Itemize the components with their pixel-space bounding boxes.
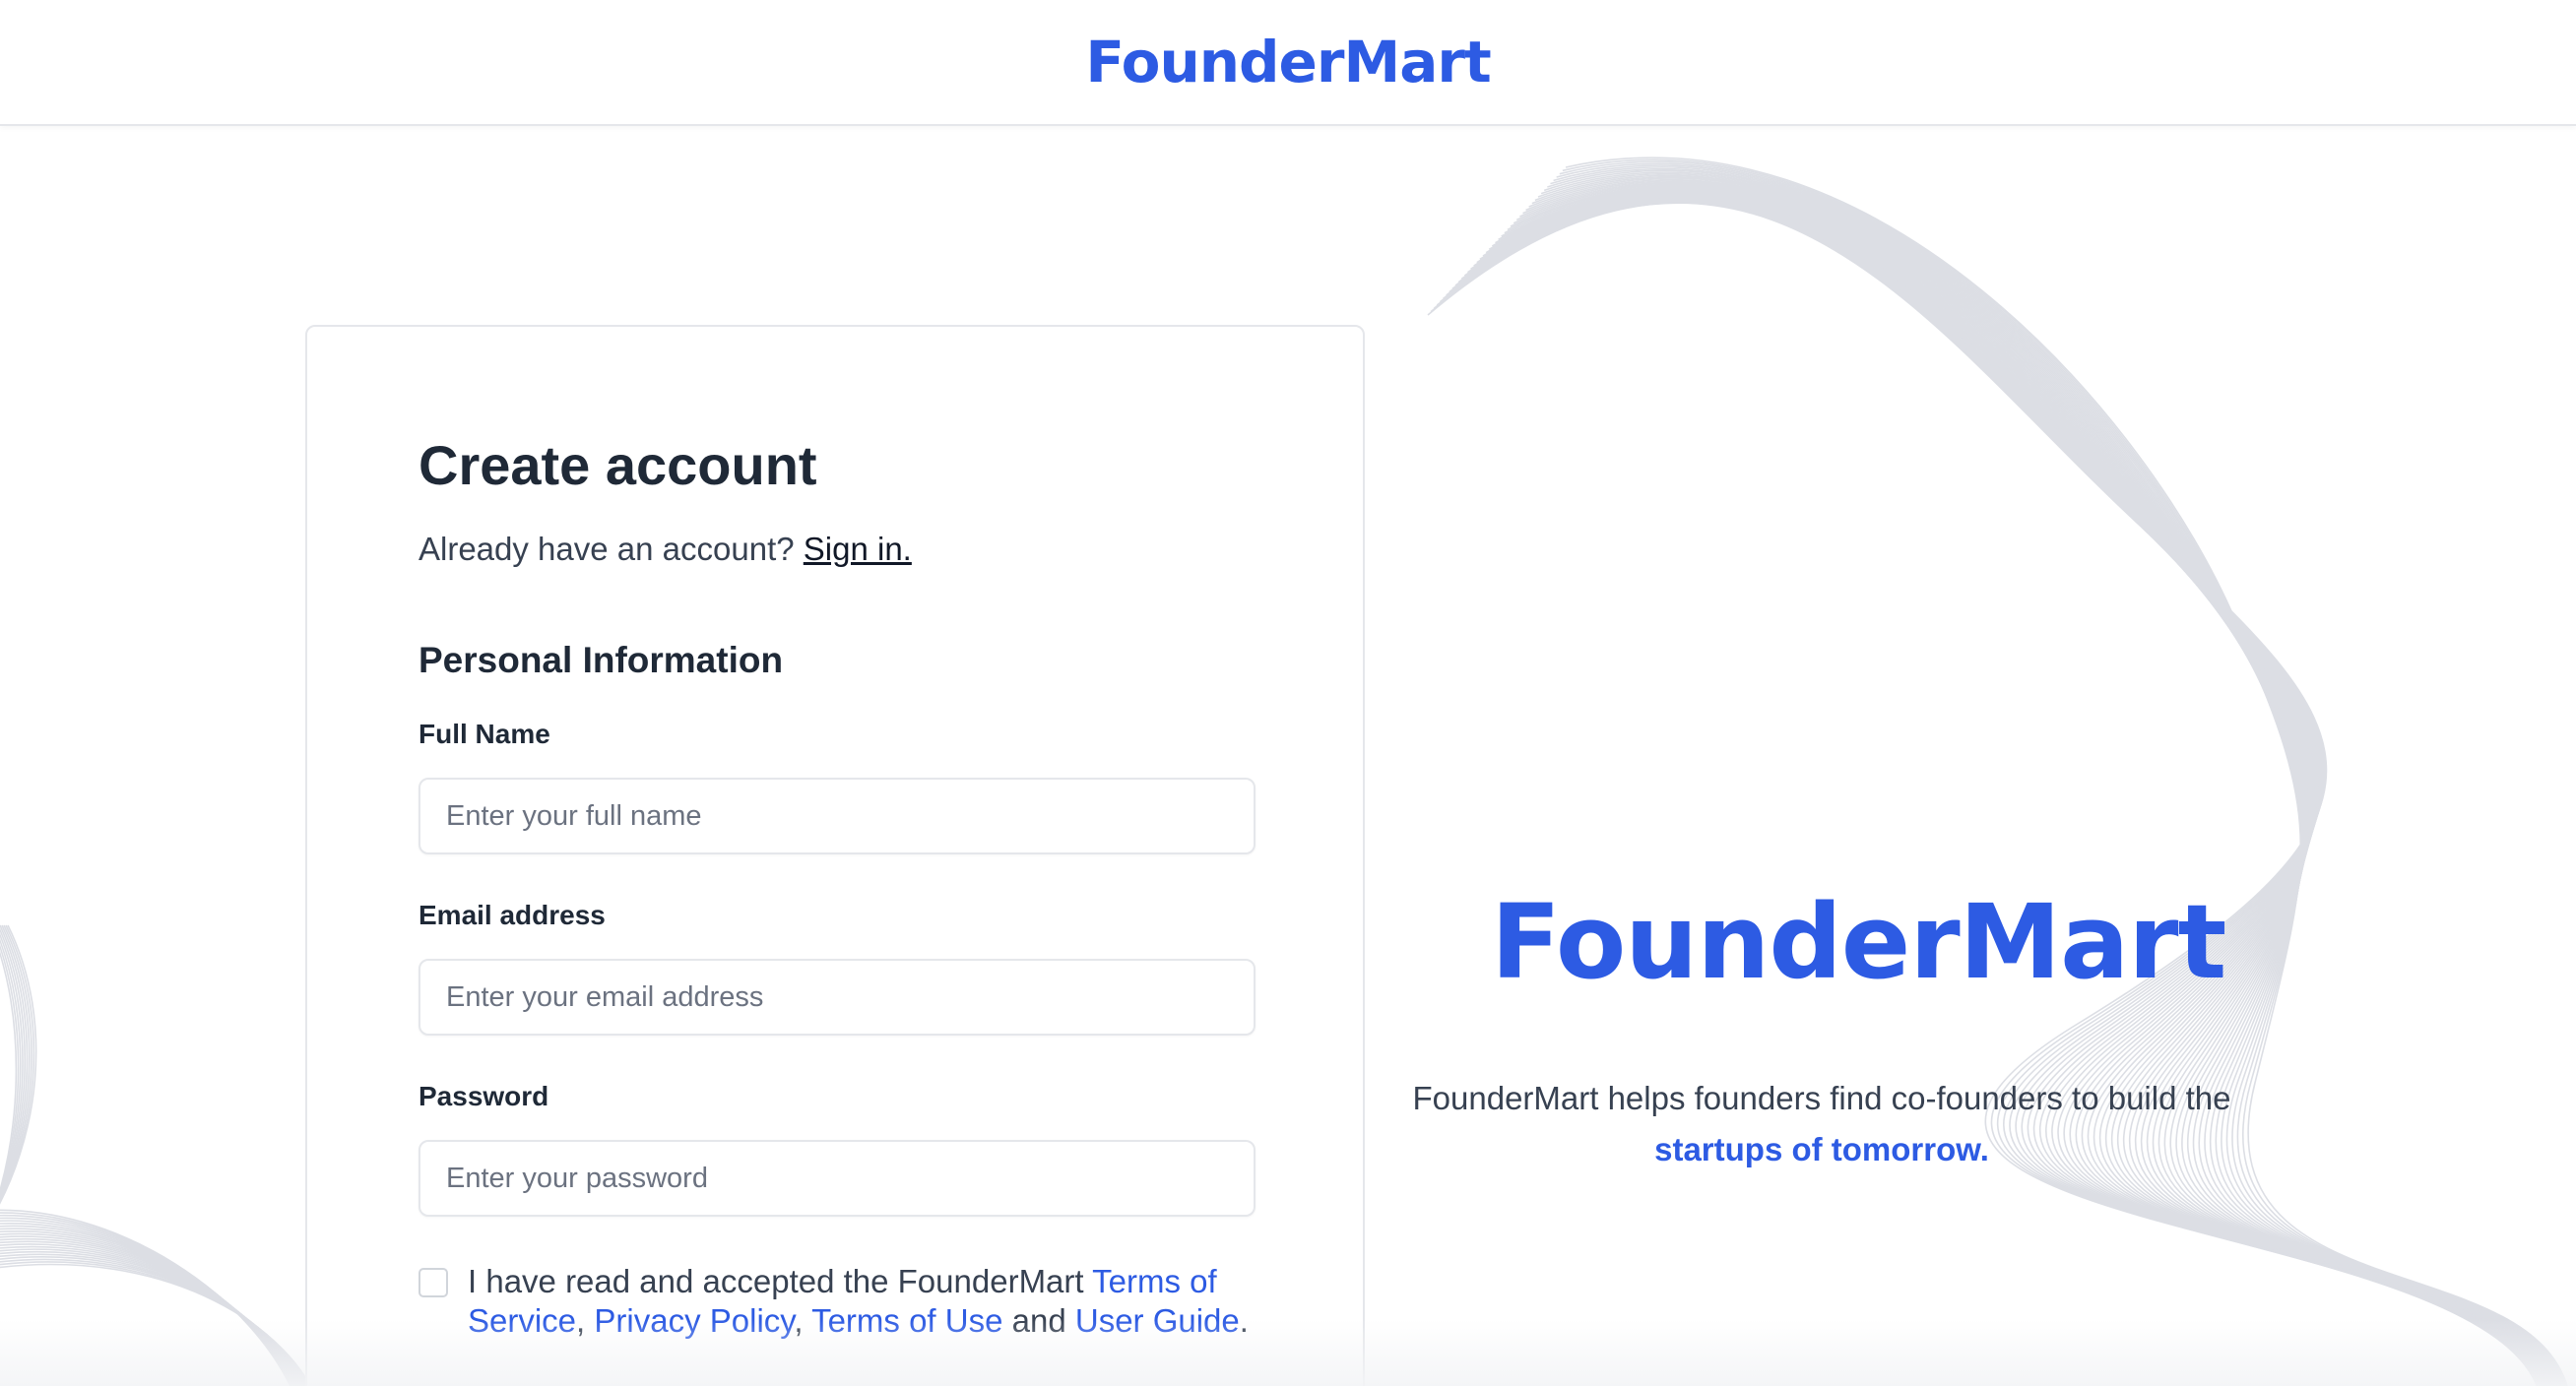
sign-in-link[interactable]: Sign in.	[804, 531, 912, 567]
top-header: FounderMart	[0, 0, 2576, 126]
password-input[interactable]	[419, 1140, 1256, 1217]
terms-checkbox[interactable]	[419, 1268, 448, 1297]
wave-line	[1559, 160, 2567, 1386]
wave-line	[0, 1243, 304, 1386]
personal-information-heading: Personal Information	[419, 640, 784, 680]
wave-line	[0, 1214, 293, 1386]
wave-line	[1553, 164, 2565, 1386]
page-title: Create account	[419, 434, 817, 496]
wave-line	[0, 1212, 292, 1386]
header-logo[interactable]: FounderMart	[1085, 29, 1491, 95]
wave-line	[0, 1220, 295, 1386]
hero-description-text: FounderMart helps founders find co-found…	[1412, 1080, 2231, 1116]
wave-line	[1565, 157, 2568, 1386]
privacy-policy-link[interactable]: Privacy Policy	[594, 1302, 794, 1339]
terms-end: .	[1239, 1302, 1249, 1339]
wave-line	[1427, 202, 2538, 1386]
wave-line	[1476, 195, 2548, 1386]
terms-separator-2: ,	[794, 1302, 804, 1339]
wave-line	[0, 1223, 296, 1386]
hero-logo: FounderMart	[1491, 882, 2226, 1002]
terms-text: I have read and accepted the FounderMart…	[468, 1262, 1265, 1341]
wave-line	[0, 1263, 311, 1386]
full-name-input[interactable]	[419, 778, 1256, 854]
wave-line	[0, 1261, 310, 1386]
wave-line	[1556, 162, 2566, 1386]
wave-line	[0, 1217, 294, 1386]
create-account-card: Create account Already have an account? …	[305, 325, 1365, 1386]
hero-description-highlight: startups of tomorrow.	[1654, 1131, 1989, 1167]
terms-prefix: I have read and accepted the FounderMart	[468, 1263, 1084, 1299]
terms-separator-1: ,	[576, 1302, 586, 1339]
password-label: Password	[419, 1081, 549, 1111]
signin-prompt-text: Already have an account?	[419, 531, 795, 567]
wave-line	[1479, 194, 2549, 1386]
wave-line	[0, 1245, 305, 1386]
wave-line	[1430, 202, 2539, 1386]
wave-line	[1433, 201, 2540, 1386]
email-label: Email address	[419, 900, 606, 930]
page: FounderMart Create account Already have …	[0, 0, 2576, 1386]
signin-prompt: Already have an account? Sign in.	[419, 531, 912, 568]
terms-and: and	[1011, 1302, 1066, 1339]
hero-description: FounderMart helps founders find co-found…	[1379, 1073, 2265, 1175]
wave-line	[1550, 166, 2565, 1386]
wave-line	[1473, 195, 2548, 1386]
user-guide-link[interactable]: User Guide	[1075, 1302, 1240, 1339]
wave-line	[1543, 169, 2563, 1386]
wave-line	[1547, 167, 2564, 1386]
terms-of-use-link[interactable]: Terms of Use	[811, 1302, 1002, 1339]
full-name-label: Full Name	[419, 719, 550, 749]
wave-line	[1436, 201, 2541, 1386]
email-input[interactable]	[419, 959, 1256, 1036]
wave-line	[1562, 158, 2567, 1386]
